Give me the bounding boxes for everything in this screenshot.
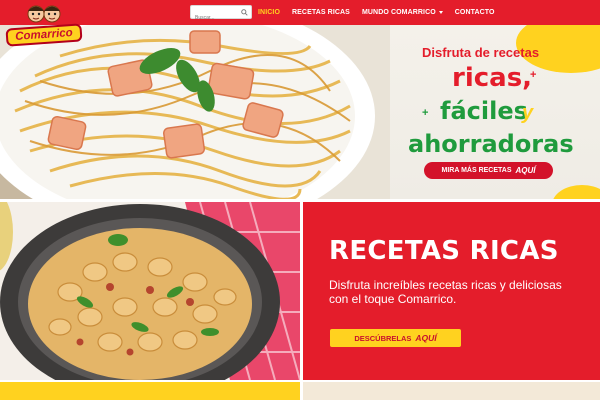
- recipes-section-title: RECETAS RICAS: [329, 236, 559, 266]
- search-box[interactable]: [190, 5, 252, 24]
- hero-subtitle: Disfruta de recetas: [422, 45, 540, 60]
- hero-headline-line-2: fáciles: [440, 97, 528, 125]
- pasta-pan-image: [0, 202, 300, 380]
- next-section-right-panel: [303, 382, 600, 400]
- hero-headline-conjunction: y: [522, 102, 534, 124]
- nav-link-contacto[interactable]: CONTACTO: [455, 9, 495, 16]
- more-recipes-button-emphasis: AQUÍ: [515, 166, 536, 175]
- discover-recipes-button-emphasis: AQUÍ: [415, 333, 437, 343]
- nav-link-mundo-comarrico[interactable]: MUNDO COMARRICO: [362, 9, 443, 16]
- hero-banner: Disfruta de recetas ricas, + fáciles y +…: [0, 25, 600, 199]
- next-section-left-panel: [0, 382, 300, 400]
- search-input[interactable]: [191, 12, 239, 24]
- hero-headline-line-1: ricas,: [452, 63, 533, 93]
- nav-link-recetas-ricas[interactable]: RECETAS RICAS: [292, 9, 350, 16]
- pasta-pan-image-panel: [0, 202, 300, 380]
- nav-link-mundo-comarrico-label: MUNDO COMARRICO: [361, 9, 436, 16]
- decorative-shape: [552, 185, 600, 199]
- more-recipes-button[interactable]: MIRA MÁS RECETAS AQUÍ: [424, 162, 553, 179]
- logo-wordmark: Comarrico: [5, 23, 83, 47]
- next-section-preview: [0, 382, 600, 400]
- main-nav: INICIO RECETAS RICAS MUNDO COMARRICO CON…: [258, 0, 507, 25]
- recipes-section-description: Disfruta increíbles recetas ricas y deli…: [329, 278, 562, 306]
- nav-link-inicio[interactable]: INICIO: [258, 9, 280, 16]
- more-recipes-button-label: MIRA MÁS RECETAS: [441, 167, 512, 174]
- plus-icon: +: [422, 107, 429, 119]
- chevron-down-icon: [438, 11, 443, 14]
- search-icon[interactable]: [241, 9, 248, 16]
- recipes-section: RECETAS RICAS Disfruta increíbles receta…: [0, 202, 600, 380]
- top-navbar: INICIO RECETAS RICAS MUNDO COMARRICO CON…: [0, 0, 600, 25]
- hero-headline-line-3: ahorradoras: [408, 130, 574, 158]
- discover-recipes-button-label: DESCÚBRELAS: [354, 333, 412, 343]
- discover-recipes-button[interactable]: DESCÚBRELAS AQUÍ: [330, 329, 461, 347]
- plus-icon: +: [530, 69, 537, 81]
- pasta-plate-image: [0, 25, 390, 199]
- recipes-promo-panel: RECETAS RICAS Disfruta increíbles receta…: [303, 202, 600, 380]
- brand-logo[interactable]: Comarrico: [5, 2, 83, 47]
